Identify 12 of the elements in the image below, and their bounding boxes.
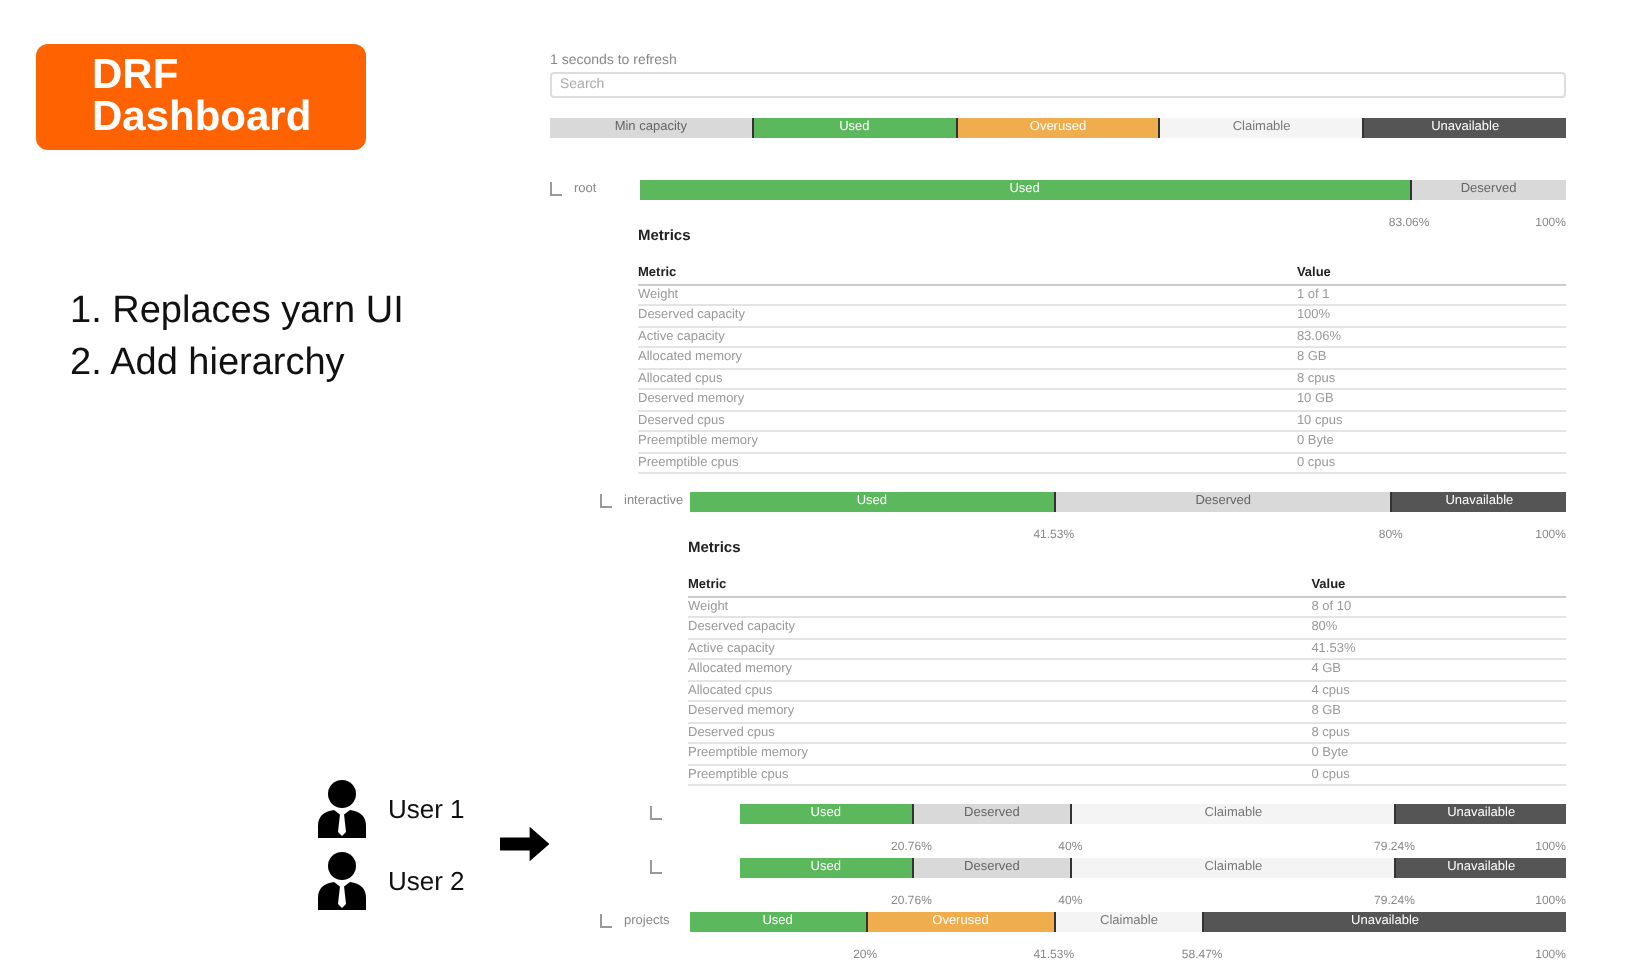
user-icon: [316, 850, 368, 910]
tree-corner-icon: [600, 494, 612, 508]
tree-corner-icon: [600, 914, 612, 928]
bullet-point: 2. Add hierarchy: [70, 340, 347, 388]
slide-title: DRF Dashboard: [36, 44, 366, 150]
tree-corner-icon: [650, 806, 662, 820]
tree-corner-icon: [550, 182, 562, 196]
user-name: User 2: [388, 865, 465, 895]
user-name: User 1: [388, 793, 465, 823]
bullet-point: 1. Replaces yarn UI: [70, 288, 406, 336]
user-icon: [316, 778, 368, 838]
tree-corner-icon: [650, 860, 662, 874]
